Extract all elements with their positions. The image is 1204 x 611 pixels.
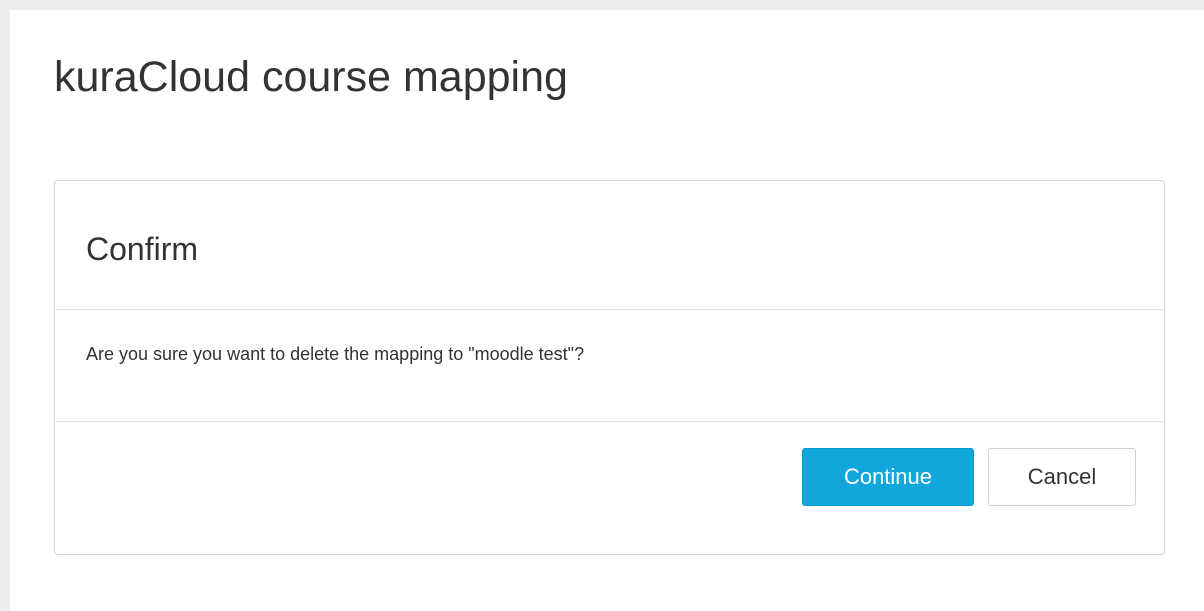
dialog-body: Are you sure you want to delete the mapp… [55, 310, 1164, 422]
cancel-button[interactable]: Cancel [988, 448, 1136, 506]
confirmation-message: Are you sure you want to delete the mapp… [86, 344, 585, 364]
continue-button[interactable]: Continue [802, 448, 974, 506]
confirm-dialog: Confirm Are you sure you want to delete … [54, 180, 1165, 555]
page-title: kuraCloud course mapping [54, 53, 568, 101]
page-content: kuraCloud course mapping Confirm Are you… [10, 10, 1204, 611]
dialog-footer: Continue Cancel [55, 422, 1164, 554]
dialog-title: Confirm [86, 231, 199, 267]
dialog-header: Confirm [55, 181, 1164, 310]
